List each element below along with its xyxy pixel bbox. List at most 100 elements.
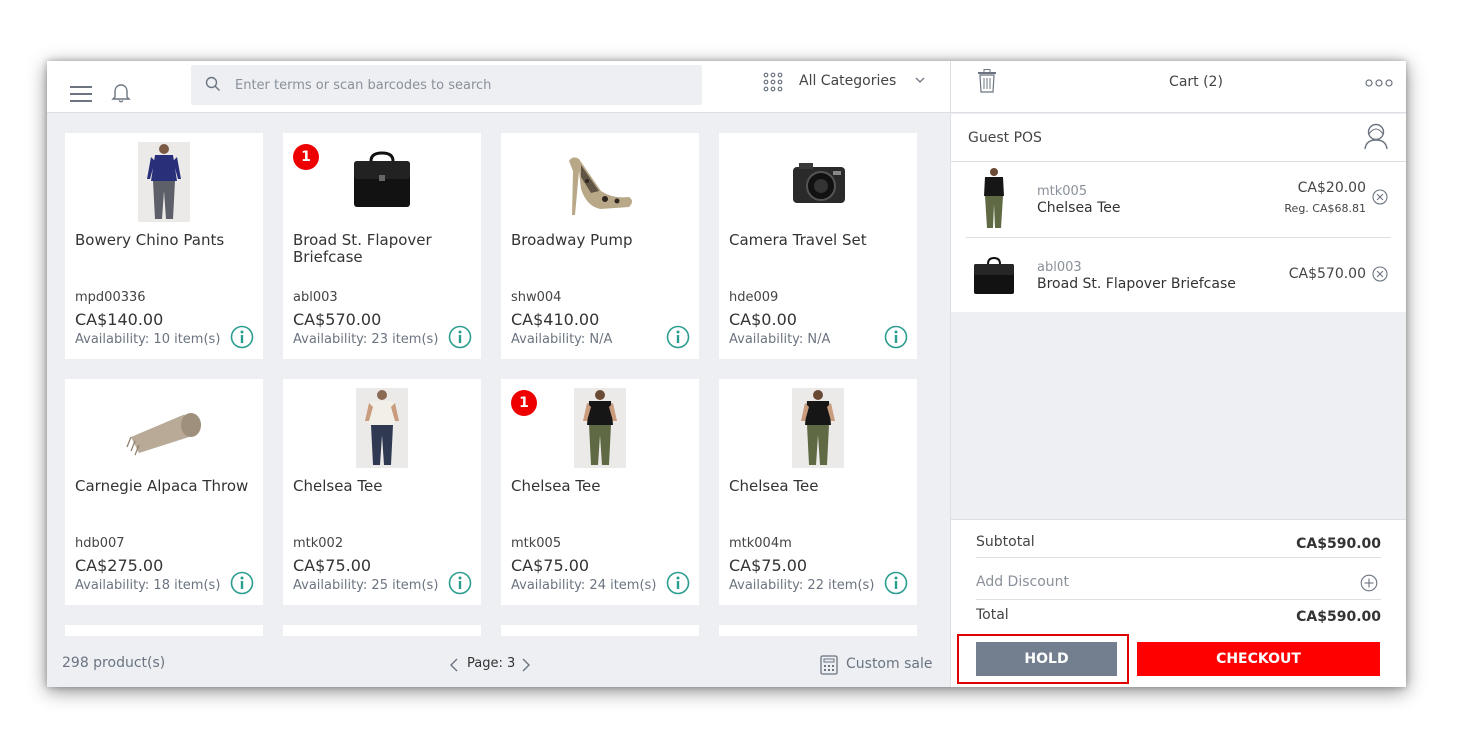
- product-sku: abl003: [293, 290, 338, 305]
- product-card[interactable]: Camera Travel Set hde009 CA$0.00 Availab…: [719, 133, 917, 359]
- product-name: Broadway Pump: [511, 231, 633, 249]
- info-icon[interactable]: [884, 325, 908, 349]
- info-icon[interactable]: [448, 325, 472, 349]
- cart-panel: Cart (2) Guest POS mtk005 Chelsea Tee CA…: [950, 61, 1406, 687]
- product-card[interactable]: Carnegie Alpaca Throw hdb007 CA$275.00 A…: [65, 379, 263, 605]
- product-card-partial[interactable]: [65, 625, 263, 636]
- more-options-icon[interactable]: [1365, 76, 1393, 90]
- total-label: Total: [976, 607, 1009, 623]
- product-card-partial[interactable]: [501, 625, 699, 636]
- line-price: CA$570.00: [1288, 266, 1366, 282]
- product-sku: hdb007: [75, 536, 125, 551]
- product-sku: mtk004m: [729, 536, 792, 551]
- cart-title: Cart (2): [1169, 74, 1223, 90]
- product-card[interactable]: Chelsea Tee mtk002 CA$75.00 Availability…: [283, 379, 481, 605]
- subtotal-label: Subtotal: [976, 534, 1035, 550]
- total-row: Total CA$590.00: [976, 593, 1381, 631]
- pos-app: All Categories Bowery Chino Pants mpd003…: [47, 61, 1406, 687]
- catalog-panel: All Categories Bowery Chino Pants mpd003…: [47, 61, 950, 687]
- cart-line-items: mtk005 Chelsea Tee CA$20.00 Reg. CA$68.8…: [951, 162, 1406, 312]
- product-card[interactable]: Bowery Chino Pants mpd00336 CA$140.00 Av…: [65, 133, 263, 359]
- chevron-right-icon[interactable]: [519, 657, 533, 673]
- product-availability: Availability: 25 item(s): [293, 578, 439, 593]
- cart-quantity-badge: 1: [511, 390, 537, 416]
- product-name: Camera Travel Set: [729, 231, 867, 249]
- category-label: All Categories: [799, 73, 897, 89]
- custom-sale-label: Custom sale: [846, 656, 933, 672]
- calculator-icon: [820, 655, 838, 675]
- info-icon[interactable]: [230, 571, 254, 595]
- cart-totals: Subtotal CA$590.00 Add Discount Total CA…: [951, 519, 1406, 687]
- product-sku: hde009: [729, 290, 779, 305]
- checkout-button[interactable]: CHECKOUT: [1137, 642, 1380, 676]
- line-name: Chelsea Tee: [1037, 200, 1121, 216]
- info-icon[interactable]: [230, 325, 254, 349]
- product-card[interactable]: 1 Chelsea Tee mtk005 CA$75.00 Availabili…: [501, 379, 699, 605]
- product-name: Chelsea Tee: [293, 477, 383, 495]
- product-name: Bowery Chino Pants: [75, 231, 225, 249]
- product-name: Chelsea Tee: [511, 477, 601, 495]
- product-name: Carnegie Alpaca Throw: [75, 477, 249, 495]
- info-icon[interactable]: [666, 325, 690, 349]
- product-sku: shw004: [511, 290, 562, 305]
- product-card[interactable]: Broadway Pump shw004 CA$410.00 Availabil…: [501, 133, 699, 359]
- add-discount-label: Add Discount: [976, 574, 1070, 590]
- info-icon[interactable]: [448, 571, 472, 595]
- product-availability: Availability: 10 item(s): [75, 332, 221, 347]
- product-availability: Availability: N/A: [729, 332, 831, 347]
- product-image-pants-model: [138, 142, 190, 222]
- hold-button[interactable]: HOLD: [976, 642, 1117, 676]
- line-image-briefcase: [974, 256, 1014, 294]
- bell-icon[interactable]: [110, 82, 132, 104]
- info-icon[interactable]: [666, 571, 690, 595]
- product-image-camera: [793, 163, 845, 203]
- product-image-throw-blanket: [126, 413, 201, 456]
- line-sku: mtk005: [1037, 184, 1088, 199]
- remove-circle-icon[interactable]: [1372, 266, 1388, 282]
- cart-line-item[interactable]: mtk005 Chelsea Tee CA$20.00 Reg. CA$68.8…: [966, 162, 1391, 236]
- menu-icon[interactable]: [70, 86, 92, 102]
- customer-row[interactable]: Guest POS: [951, 114, 1406, 162]
- product-price: CA$0.00: [729, 310, 797, 329]
- line-regular-price: Reg. CA$68.81: [1284, 202, 1366, 215]
- subtotal-value: CA$590.00: [1296, 536, 1381, 552]
- product-price: CA$570.00: [293, 310, 382, 329]
- chevron-down-icon: [915, 77, 925, 83]
- subtotal-row: Subtotal CA$590.00: [976, 520, 1381, 558]
- product-availability: Availability: 23 item(s): [293, 332, 439, 347]
- catalog-toolbar: All Categories: [47, 61, 950, 113]
- search-input[interactable]: [235, 65, 690, 105]
- product-price: CA$75.00: [293, 556, 372, 575]
- cart-line-item[interactable]: abl003 Broad St. Flapover Briefcase CA$5…: [966, 237, 1391, 311]
- product-card-partial[interactable]: [719, 625, 917, 636]
- product-sku: mtk005: [511, 536, 562, 551]
- product-grid: Bowery Chino Pants mpd00336 CA$140.00 Av…: [65, 133, 935, 636]
- line-sku: abl003: [1037, 260, 1082, 275]
- product-card[interactable]: 1 Broad St. Flapover Briefcase abl003 CA…: [283, 133, 481, 359]
- product-price: CA$75.00: [729, 556, 808, 575]
- product-availability: Availability: 22 item(s): [729, 578, 875, 593]
- product-image-black-tee-model: [792, 388, 844, 468]
- product-price: CA$275.00: [75, 556, 164, 575]
- remove-circle-icon[interactable]: [1372, 189, 1388, 205]
- total-value: CA$590.00: [1296, 609, 1381, 625]
- product-price: CA$75.00: [511, 556, 590, 575]
- user-icon[interactable]: [1363, 122, 1389, 150]
- category-dropdown[interactable]: All Categories: [763, 69, 933, 95]
- chevron-left-icon[interactable]: [447, 657, 461, 673]
- product-sku: mtk002: [293, 536, 344, 551]
- product-name: Chelsea Tee: [729, 477, 819, 495]
- cart-quantity-badge: 1: [293, 144, 319, 170]
- product-image-white-tee-model: [356, 388, 408, 468]
- line-image-black-tee-model: [984, 168, 1004, 228]
- plus-circle-icon[interactable]: [1360, 574, 1378, 592]
- product-card[interactable]: Chelsea Tee mtk004m CA$75.00 Availabilit…: [719, 379, 917, 605]
- product-card-partial[interactable]: [283, 625, 481, 636]
- product-price: CA$140.00: [75, 310, 164, 329]
- info-icon[interactable]: [884, 571, 908, 595]
- line-name: Broad St. Flapover Briefcase: [1037, 276, 1236, 292]
- search-icon: [205, 76, 220, 91]
- line-price: CA$20.00: [1297, 180, 1366, 196]
- product-price: CA$410.00: [511, 310, 600, 329]
- search-box: [191, 65, 702, 105]
